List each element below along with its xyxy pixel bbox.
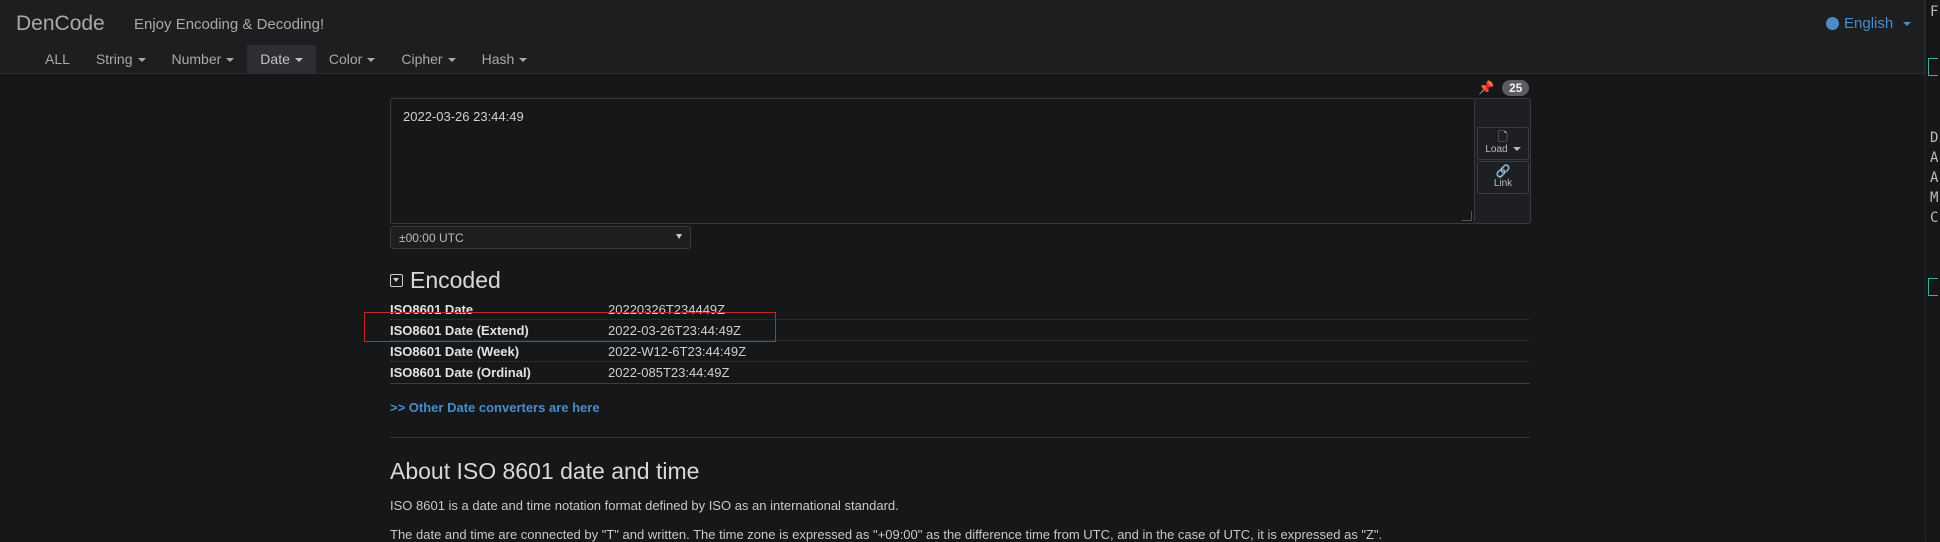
about-paragraph: ISO 8601 is a date and time notation for… — [390, 498, 899, 513]
strip-bracket — [1928, 58, 1938, 76]
adjacent-window-strip: F D A A M C — [1925, 0, 1940, 540]
menu-label: Date — [260, 51, 290, 67]
chevron-down-icon — [1512, 147, 1521, 152]
strip-char: A — [1930, 170, 1939, 186]
encoded-row-iso8601-date-ordinal: ISO8601 Date (Ordinal) 2022-085T23:44:49… — [390, 362, 1530, 383]
resize-handle[interactable] — [1462, 211, 1472, 221]
strip-char: D — [1930, 130, 1939, 146]
link-label: Link — [1493, 178, 1513, 189]
menu-label: Number — [171, 51, 222, 67]
menu-item-number[interactable]: Number — [159, 45, 248, 74]
row-value[interactable]: 2022-085T23:44:49Z — [608, 365, 729, 380]
strip-char: A — [1930, 150, 1939, 166]
input-value: 2022-03-26 23:44:49 — [403, 109, 524, 124]
brand-logo[interactable]: DenCode — [16, 12, 105, 36]
chevron-down-icon — [226, 58, 235, 63]
menu-label: Cipher — [401, 51, 443, 67]
chevron-down-icon — [367, 58, 376, 63]
timezone-select[interactable]: ±00:00 UTC — [390, 226, 691, 249]
menu-item-hash[interactable]: Hash — [469, 45, 541, 74]
file-icon: 🗋 — [1498, 130, 1508, 144]
link-icon: 🔗 — [1495, 164, 1511, 178]
menu-item-color[interactable]: Color — [316, 45, 388, 74]
menu-label: String — [95, 51, 133, 67]
encoded-title: Encoded — [410, 267, 501, 293]
other-converters-link[interactable]: >> Other Date converters are here — [390, 400, 600, 415]
menu-item-cipher[interactable]: Cipher — [388, 45, 468, 74]
strip-bracket — [1928, 278, 1938, 296]
encoded-header[interactable]: Encoded — [390, 267, 501, 294]
chevron-down-icon — [1903, 21, 1912, 26]
navbar: DenCode Enjoy Encoding & Decoding! Engli… — [0, 0, 1925, 74]
section-divider — [390, 437, 1530, 438]
encoded-row-iso8601-date-week: ISO8601 Date (Week) 2022-W12-6T23:44:49Z — [390, 341, 1530, 362]
chevron-down-icon — [137, 58, 146, 63]
menu-label: ALL — [45, 51, 70, 67]
row-label: ISO8601 Date (Ordinal) — [390, 365, 531, 380]
strip-char: M — [1930, 190, 1939, 206]
menu-label: Color — [328, 51, 363, 67]
strip-char: C — [1930, 210, 1939, 226]
timezone-value: ±00:00 UTC — [399, 231, 464, 245]
collapse-icon[interactable] — [390, 274, 403, 287]
char-count-badge: 25 — [1502, 80, 1530, 96]
row-value[interactable]: 2022-W12-6T23:44:49Z — [608, 344, 746, 359]
chevron-down-icon — [294, 58, 303, 63]
strip-char: F — [1930, 4, 1939, 20]
menu-label: Hash — [481, 51, 515, 67]
load-button[interactable]: 🗋 Load — [1477, 127, 1529, 160]
language-dropdown[interactable]: English — [1826, 15, 1912, 32]
link-button[interactable]: 🔗 Link — [1477, 161, 1529, 194]
language-label: English — [1844, 15, 1894, 32]
chevron-down-icon — [447, 58, 456, 63]
input-textarea[interactable]: 2022-03-26 23:44:49 — [390, 98, 1475, 224]
chevron-down-icon — [676, 234, 682, 239]
tagline: Enjoy Encoding & Decoding! — [134, 16, 325, 33]
row-label: ISO8601 Date (Week) — [390, 344, 520, 359]
load-label: Load — [1485, 144, 1508, 155]
menu-item-date[interactable]: Date — [247, 45, 316, 74]
main-menu: ALL String Number Date Color Cipher Hash — [32, 45, 540, 74]
highlight-box — [364, 312, 776, 342]
menu-item-all[interactable]: ALL — [32, 45, 83, 74]
pin-icon[interactable]: 📌 — [1478, 80, 1494, 96]
about-title: About ISO 8601 date and time — [390, 458, 700, 484]
chevron-down-icon — [519, 58, 528, 63]
menu-item-string[interactable]: String — [83, 45, 159, 74]
table-divider — [390, 383, 1530, 384]
globe-icon — [1826, 17, 1839, 30]
